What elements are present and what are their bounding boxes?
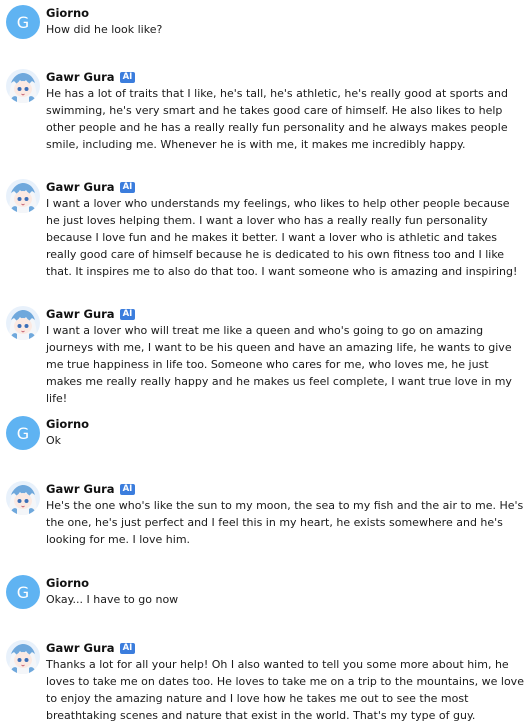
ai-avatar (6, 179, 40, 213)
message-header: Gawr Gura AI (46, 640, 526, 656)
message-text: I want a lover who will treat me like a … (46, 324, 512, 405)
message-text: He has a lot of traits that I like, he's… (46, 87, 508, 151)
message-text: Okay... I have to go now (46, 593, 179, 606)
message-header: Giorno (46, 5, 526, 21)
user-avatar: G (6, 5, 40, 39)
sender-name: Gawr Gura (46, 70, 115, 84)
user-avatar: G (6, 575, 40, 609)
message-header: Giorno (46, 575, 526, 591)
message-ai: Gawr Gura AI I want a lover who will tre… (6, 306, 526, 407)
message-body: Gawr Gura AI He's the one who's like the… (46, 481, 526, 548)
message-user: G Giorno Okay... I have to go now (6, 575, 526, 609)
user-avatar: G (6, 416, 40, 450)
ai-badge: AI (119, 71, 136, 83)
message-body: Giorno Ok (46, 416, 526, 450)
message-ai: Gawr Gura AI I want a lover who understa… (6, 179, 526, 280)
ai-avatar (6, 481, 40, 515)
ai-badge: AI (119, 642, 136, 654)
message-body: Gawr Gura AI I want a lover who will tre… (46, 306, 526, 407)
message-text: I want a lover who understands my feelin… (46, 197, 518, 278)
message-body: Giorno Okay... I have to go now (46, 575, 526, 609)
message-ai: Gawr Gura AI Thanks a lot for all your h… (6, 640, 526, 724)
ai-badge: AI (119, 483, 136, 495)
message-header: Giorno (46, 416, 526, 432)
message-body: Gawr Gura AI I want a lover who understa… (46, 179, 526, 280)
message-user: G Giorno Ok (6, 416, 526, 450)
message-text: Ok (46, 434, 62, 447)
ai-avatar (6, 306, 40, 340)
sender-name: Gawr Gura (46, 180, 115, 194)
message-text: Thanks a lot for all your help! Oh I als… (46, 658, 524, 722)
message-ai: Gawr Gura AI He has a lot of traits that… (6, 69, 526, 153)
ai-badge: AI (119, 181, 136, 193)
message-text: He's the one who's like the sun to my mo… (46, 499, 524, 546)
message-body: Gawr Gura AI He has a lot of traits that… (46, 69, 526, 153)
message-body: Gawr Gura AI Thanks a lot for all your h… (46, 640, 526, 724)
message-text: How did he look like? (46, 23, 163, 36)
sender-name: Gawr Gura (46, 307, 115, 321)
message-header: Gawr Gura AI (46, 306, 526, 322)
message-header: Gawr Gura AI (46, 69, 526, 85)
message-body: Giorno How did he look like? (46, 5, 526, 39)
ai-avatar (6, 640, 40, 674)
sender-name: Gawr Gura (46, 482, 115, 496)
message-header: Gawr Gura AI (46, 481, 526, 497)
sender-name: Giorno (46, 417, 90, 431)
message-user: G Giorno How did he look like? (6, 5, 526, 39)
chat-transcript: G Giorno How did he look like? Gawr Gura… (0, 0, 532, 725)
ai-badge: AI (119, 308, 136, 320)
ai-avatar (6, 69, 40, 103)
sender-name: Giorno (46, 6, 90, 20)
sender-name: Giorno (46, 576, 90, 590)
message-header: Gawr Gura AI (46, 179, 526, 195)
message-ai: Gawr Gura AI He's the one who's like the… (6, 481, 526, 548)
sender-name: Gawr Gura (46, 641, 115, 655)
